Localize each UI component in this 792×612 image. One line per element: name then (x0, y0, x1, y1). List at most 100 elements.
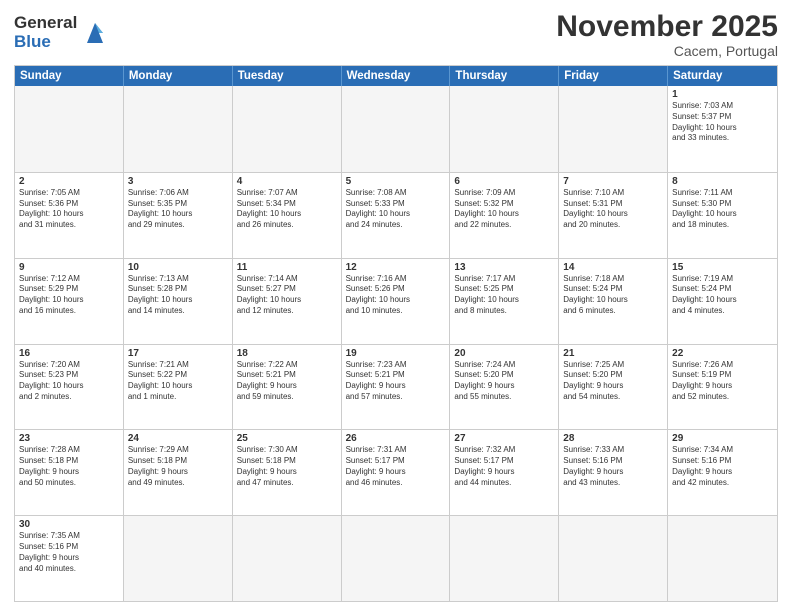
day-cell: 22Sunrise: 7:26 AM Sunset: 5:19 PM Dayli… (668, 345, 777, 430)
day-number: 30 (19, 519, 119, 530)
day-info: Sunrise: 7:05 AM Sunset: 5:36 PM Dayligh… (19, 188, 119, 231)
day-info: Sunrise: 7:26 AM Sunset: 5:19 PM Dayligh… (672, 360, 773, 403)
day-number: 4 (237, 176, 337, 187)
day-cell: 20Sunrise: 7:24 AM Sunset: 5:20 PM Dayli… (450, 345, 559, 430)
day-info: Sunrise: 7:32 AM Sunset: 5:17 PM Dayligh… (454, 445, 554, 488)
day-number: 14 (563, 262, 663, 273)
day-info: Sunrise: 7:06 AM Sunset: 5:35 PM Dayligh… (128, 188, 228, 231)
weekday-header-thursday: Thursday (450, 66, 559, 86)
day-cell: 19Sunrise: 7:23 AM Sunset: 5:21 PM Dayli… (342, 345, 451, 430)
day-info: Sunrise: 7:07 AM Sunset: 5:34 PM Dayligh… (237, 188, 337, 231)
day-info: Sunrise: 7:23 AM Sunset: 5:21 PM Dayligh… (346, 360, 446, 403)
day-number: 29 (672, 433, 773, 444)
day-cell: 8Sunrise: 7:11 AM Sunset: 5:30 PM Daylig… (668, 173, 777, 258)
empty-cell (668, 516, 777, 601)
day-number: 22 (672, 348, 773, 359)
header: General Blue November 2025 Cacem, Portug… (14, 10, 778, 59)
day-info: Sunrise: 7:10 AM Sunset: 5:31 PM Dayligh… (563, 188, 663, 231)
day-number: 6 (454, 176, 554, 187)
day-cell: 15Sunrise: 7:19 AM Sunset: 5:24 PM Dayli… (668, 259, 777, 344)
day-cell: 24Sunrise: 7:29 AM Sunset: 5:18 PM Dayli… (124, 430, 233, 515)
empty-cell (559, 86, 668, 172)
day-number: 17 (128, 348, 228, 359)
day-number: 13 (454, 262, 554, 273)
day-cell: 23Sunrise: 7:28 AM Sunset: 5:18 PM Dayli… (15, 430, 124, 515)
empty-cell (450, 516, 559, 601)
empty-cell (233, 516, 342, 601)
day-info: Sunrise: 7:24 AM Sunset: 5:20 PM Dayligh… (454, 360, 554, 403)
day-info: Sunrise: 7:11 AM Sunset: 5:30 PM Dayligh… (672, 188, 773, 231)
day-info: Sunrise: 7:35 AM Sunset: 5:16 PM Dayligh… (19, 531, 119, 574)
logo-blue: Blue (14, 32, 51, 51)
day-cell: 12Sunrise: 7:16 AM Sunset: 5:26 PM Dayli… (342, 259, 451, 344)
day-number: 1 (672, 89, 773, 100)
day-info: Sunrise: 7:19 AM Sunset: 5:24 PM Dayligh… (672, 274, 773, 317)
day-info: Sunrise: 7:08 AM Sunset: 5:33 PM Dayligh… (346, 188, 446, 231)
weekday-header-saturday: Saturday (668, 66, 777, 86)
day-cell: 25Sunrise: 7:30 AM Sunset: 5:18 PM Dayli… (233, 430, 342, 515)
month-title: November 2025 (556, 10, 778, 43)
calendar-row: 30Sunrise: 7:35 AM Sunset: 5:16 PM Dayli… (15, 515, 777, 601)
day-number: 26 (346, 433, 446, 444)
day-number: 27 (454, 433, 554, 444)
day-cell: 6Sunrise: 7:09 AM Sunset: 5:32 PM Daylig… (450, 173, 559, 258)
day-number: 12 (346, 262, 446, 273)
calendar-row: 2Sunrise: 7:05 AM Sunset: 5:36 PM Daylig… (15, 172, 777, 258)
day-info: Sunrise: 7:17 AM Sunset: 5:25 PM Dayligh… (454, 274, 554, 317)
day-cell: 7Sunrise: 7:10 AM Sunset: 5:31 PM Daylig… (559, 173, 668, 258)
calendar-row: 9Sunrise: 7:12 AM Sunset: 5:29 PM Daylig… (15, 258, 777, 344)
day-info: Sunrise: 7:21 AM Sunset: 5:22 PM Dayligh… (128, 360, 228, 403)
calendar-row: 16Sunrise: 7:20 AM Sunset: 5:23 PM Dayli… (15, 344, 777, 430)
day-cell: 30Sunrise: 7:35 AM Sunset: 5:16 PM Dayli… (15, 516, 124, 601)
day-info: Sunrise: 7:29 AM Sunset: 5:18 PM Dayligh… (128, 445, 228, 488)
day-cell: 10Sunrise: 7:13 AM Sunset: 5:28 PM Dayli… (124, 259, 233, 344)
logo: General Blue (14, 14, 111, 51)
empty-cell (342, 86, 451, 172)
day-number: 7 (563, 176, 663, 187)
day-cell: 17Sunrise: 7:21 AM Sunset: 5:22 PM Dayli… (124, 345, 233, 430)
day-info: Sunrise: 7:09 AM Sunset: 5:32 PM Dayligh… (454, 188, 554, 231)
day-info: Sunrise: 7:33 AM Sunset: 5:16 PM Dayligh… (563, 445, 663, 488)
empty-cell (233, 86, 342, 172)
day-number: 11 (237, 262, 337, 273)
day-info: Sunrise: 7:28 AM Sunset: 5:18 PM Dayligh… (19, 445, 119, 488)
day-cell: 18Sunrise: 7:22 AM Sunset: 5:21 PM Dayli… (233, 345, 342, 430)
day-info: Sunrise: 7:30 AM Sunset: 5:18 PM Dayligh… (237, 445, 337, 488)
day-number: 28 (563, 433, 663, 444)
day-number: 18 (237, 348, 337, 359)
day-number: 15 (672, 262, 773, 273)
weekday-header-monday: Monday (124, 66, 233, 86)
day-info: Sunrise: 7:13 AM Sunset: 5:28 PM Dayligh… (128, 274, 228, 317)
day-info: Sunrise: 7:12 AM Sunset: 5:29 PM Dayligh… (19, 274, 119, 317)
weekday-header-wednesday: Wednesday (342, 66, 451, 86)
day-cell: 11Sunrise: 7:14 AM Sunset: 5:27 PM Dayli… (233, 259, 342, 344)
day-info: Sunrise: 7:31 AM Sunset: 5:17 PM Dayligh… (346, 445, 446, 488)
day-number: 25 (237, 433, 337, 444)
empty-cell (124, 516, 233, 601)
page: General Blue November 2025 Cacem, Portug… (0, 0, 792, 612)
empty-cell (15, 86, 124, 172)
day-cell: 4Sunrise: 7:07 AM Sunset: 5:34 PM Daylig… (233, 173, 342, 258)
empty-cell (342, 516, 451, 601)
day-cell: 5Sunrise: 7:08 AM Sunset: 5:33 PM Daylig… (342, 173, 451, 258)
calendar-row: 23Sunrise: 7:28 AM Sunset: 5:18 PM Dayli… (15, 429, 777, 515)
day-info: Sunrise: 7:20 AM Sunset: 5:23 PM Dayligh… (19, 360, 119, 403)
day-number: 20 (454, 348, 554, 359)
day-number: 3 (128, 176, 228, 187)
calendar: SundayMondayTuesdayWednesdayThursdayFrid… (14, 65, 778, 602)
day-info: Sunrise: 7:18 AM Sunset: 5:24 PM Dayligh… (563, 274, 663, 317)
day-info: Sunrise: 7:03 AM Sunset: 5:37 PM Dayligh… (672, 101, 773, 144)
empty-cell (450, 86, 559, 172)
day-cell: 3Sunrise: 7:06 AM Sunset: 5:35 PM Daylig… (124, 173, 233, 258)
day-info: Sunrise: 7:16 AM Sunset: 5:26 PM Dayligh… (346, 274, 446, 317)
day-cell: 27Sunrise: 7:32 AM Sunset: 5:17 PM Dayli… (450, 430, 559, 515)
day-cell: 1Sunrise: 7:03 AM Sunset: 5:37 PM Daylig… (668, 86, 777, 172)
day-number: 24 (128, 433, 228, 444)
day-number: 16 (19, 348, 119, 359)
empty-cell (559, 516, 668, 601)
day-cell: 14Sunrise: 7:18 AM Sunset: 5:24 PM Dayli… (559, 259, 668, 344)
day-number: 23 (19, 433, 119, 444)
day-cell: 9Sunrise: 7:12 AM Sunset: 5:29 PM Daylig… (15, 259, 124, 344)
day-number: 2 (19, 176, 119, 187)
day-number: 21 (563, 348, 663, 359)
